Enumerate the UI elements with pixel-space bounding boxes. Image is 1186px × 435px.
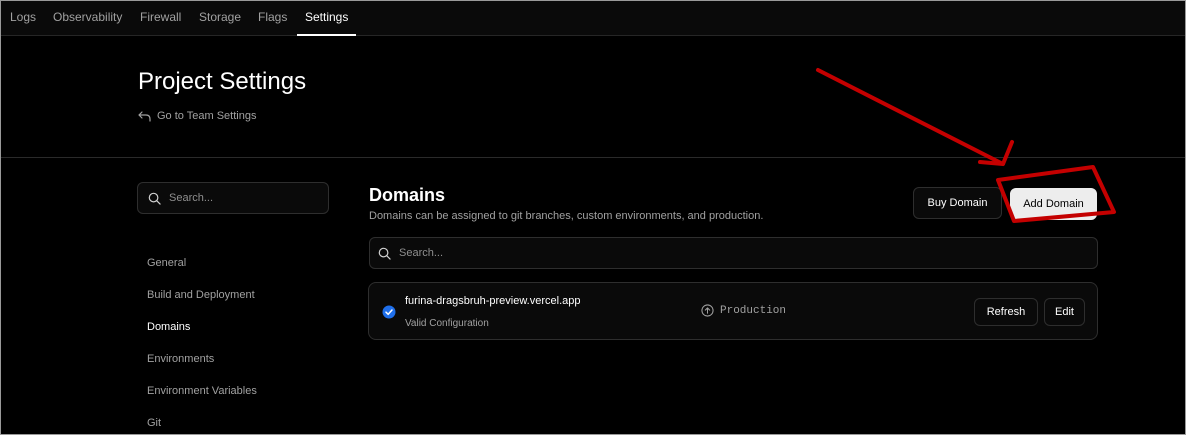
edit-button[interactable]: Edit — [1044, 298, 1085, 326]
sidebar-search[interactable] — [137, 182, 329, 214]
buy-domain-button[interactable]: Buy Domain — [913, 187, 1002, 219]
domain-search[interactable] — [369, 237, 1098, 269]
search-icon — [378, 247, 391, 260]
domains-title: Domains — [369, 185, 446, 205]
page-title: Project Settings — [138, 68, 307, 95]
sidebar-item-build-and-deployment[interactable]: Build and Deployment — [147, 289, 255, 301]
environment-badge: Production — [701, 304, 786, 317]
sidebar-item-general[interactable]: General — [147, 257, 186, 269]
tab-flags[interactable]: Flags — [258, 0, 287, 35]
back-link-label: Go to Team Settings — [157, 110, 257, 122]
domain-status: Valid Configuration — [405, 318, 489, 329]
sidebar-item-environment-variables[interactable]: Environment Variables — [147, 385, 257, 397]
domains-description: Domains can be assigned to git branches,… — [369, 210, 764, 222]
sidebar-item-domains[interactable]: Domains — [147, 321, 190, 333]
header-divider — [0, 157, 1186, 158]
sidebar-search-input[interactable] — [169, 192, 309, 204]
domain-row: furina-dragsbruh-preview.vercel.app Vali… — [368, 282, 1098, 340]
tab-settings[interactable]: Settings — [296, 0, 357, 36]
annotation-arrowhead — [978, 140, 1014, 166]
go-to-team-settings-link[interactable]: Go to Team Settings — [138, 108, 256, 124]
top-nav: Logs Observability Firewall Storage Flag… — [0, 0, 1186, 36]
tab-logs[interactable]: Logs — [10, 0, 36, 35]
domain-name-link[interactable]: furina-dragsbruh-preview.vercel.app — [405, 295, 580, 307]
add-domain-button[interactable]: Add Domain — [1010, 188, 1097, 220]
sidebar-item-git[interactable]: Git — [147, 417, 161, 429]
tab-storage[interactable]: Storage — [199, 0, 241, 35]
search-icon — [148, 192, 161, 205]
refresh-button[interactable]: Refresh — [974, 298, 1038, 326]
tab-observability[interactable]: Observability — [53, 0, 122, 35]
sidebar-item-environments[interactable]: Environments — [147, 353, 214, 365]
return-arrow-icon — [138, 111, 151, 122]
environment-label: Production — [720, 304, 787, 317]
arrow-up-circle-icon — [701, 304, 714, 317]
tab-firewall[interactable]: Firewall — [140, 0, 181, 35]
annotation-arrow — [816, 68, 1005, 166]
check-circle-icon — [382, 305, 396, 319]
domain-search-input[interactable] — [399, 247, 539, 259]
